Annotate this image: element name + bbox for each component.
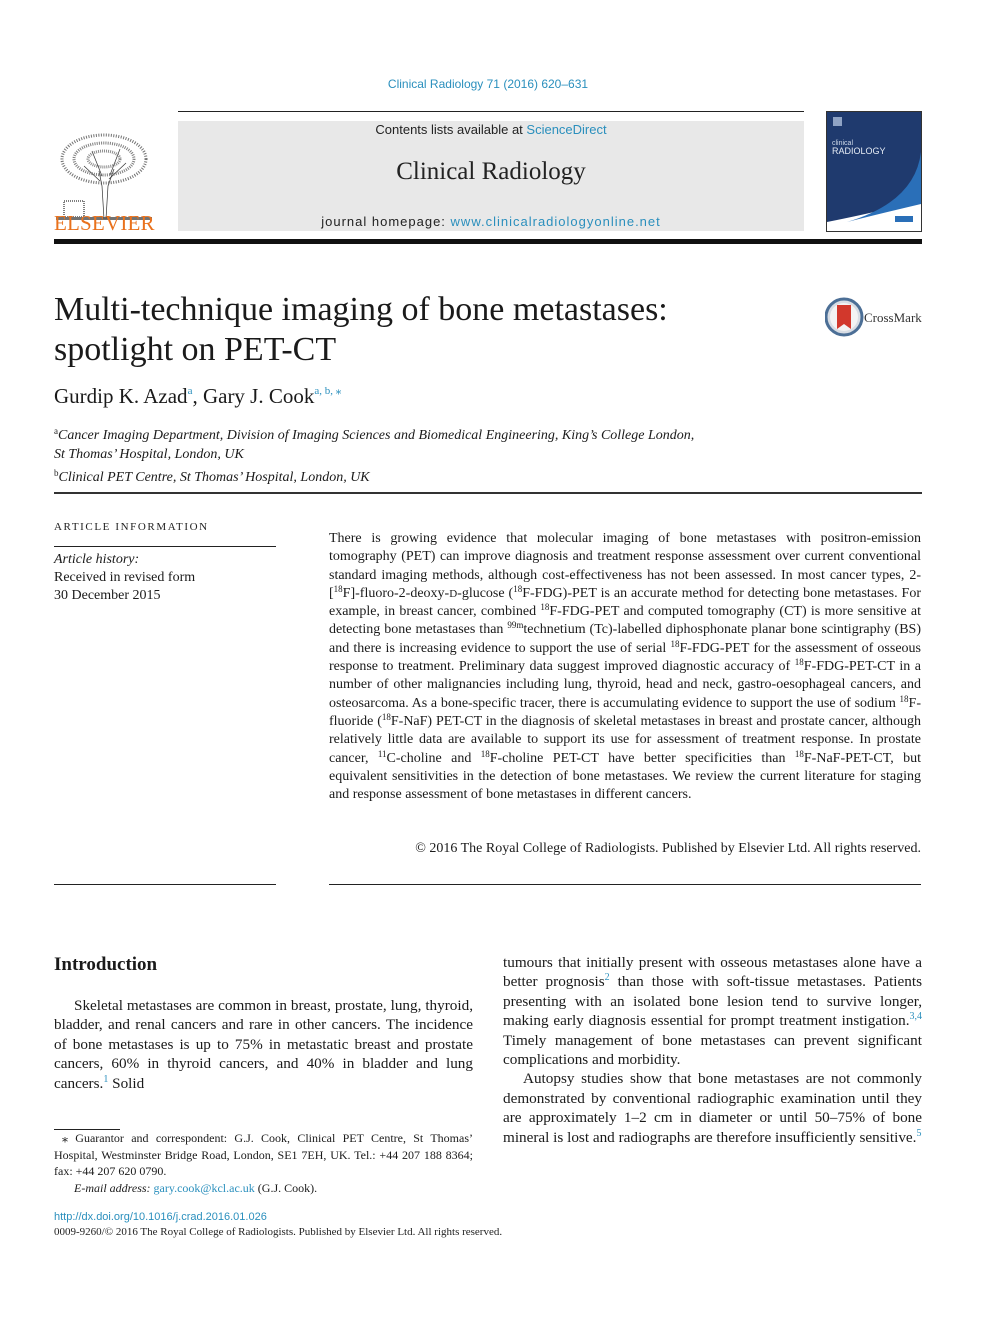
cover-title-bottom: RADIOLOGY [832, 146, 886, 156]
abstract-text: There is growing evidence that molecular… [329, 530, 921, 804]
footnote-text: Guarantor and correspondent: G.J. Cook, … [54, 1131, 473, 1178]
abstract-seg: D [449, 587, 458, 600]
elsevier-wordmark[interactable]: ELSEVIER [54, 211, 155, 236]
isotope-sup: 18 [381, 711, 391, 722]
received-label: Received in revised form [54, 570, 196, 585]
email-label: E-mail address: [74, 1180, 154, 1195]
paragraph: tumours that initially present with osse… [503, 953, 922, 1069]
affiliation-a-cont: St Thomas’ Hospital, London, UK [54, 447, 244, 462]
affiliation-text: Clinical PET Centre, St Thomas’ Hospital… [58, 470, 370, 485]
crossmark-label[interactable]: CrossMark [864, 310, 922, 326]
author-name[interactable]: Gurdip K. Azad [54, 384, 188, 408]
affiliation-text: Cancer Imaging Department, Division of I… [58, 428, 695, 443]
abstract-bottom-rule [329, 884, 921, 885]
isotope-sup: 18 [794, 748, 804, 759]
reference-link[interactable]: 3,4 [910, 1011, 923, 1022]
article-info-bottom-rule [54, 884, 276, 885]
author-list: Gurdip K. Azada, Gary J. Cooka, b, ⁎ [54, 384, 342, 408]
homepage-prefix: journal homepage: [321, 214, 451, 229]
isotope-sup: 18 [899, 693, 909, 704]
paragraph: Skeletal metastases are common in breast… [54, 996, 473, 1093]
abstract-seg: F-choline PET-CT have better specificiti… [489, 750, 795, 766]
abstract-copyright: © 2016 The Royal College of Radiologists… [415, 841, 921, 856]
body-column-left: Skeletal metastases are common in breast… [54, 996, 473, 1093]
article-title: Multi-technique imaging of bone metastas… [54, 290, 794, 370]
isotope-sup: 18 [794, 657, 804, 668]
abstract-seg: C-choline and [386, 750, 481, 766]
journal-cover-art-icon: clinical RADIOLOGY [827, 112, 921, 222]
article-info-heading: ARTICLE INFORMATION [54, 521, 209, 533]
body-column-right: tumours that initially present with osse… [503, 953, 922, 1147]
title-line-1: Multi-technique imaging of bone metastas… [54, 291, 668, 328]
reference-link[interactable]: 5 [916, 1128, 921, 1139]
article-history: Article history: Received in revised for… [54, 551, 195, 605]
isotope-sup: 99m [507, 620, 524, 631]
journal-cover-thumbnail[interactable]: clinical RADIOLOGY [826, 111, 922, 232]
abstract-seg: F]-fluoro-2-deoxy- [342, 585, 450, 601]
issn-copyright: 0009-9260/© 2016 The Royal College of Ra… [54, 1226, 503, 1238]
paragraph-text: Autopsy studies show that bone metastase… [503, 1070, 922, 1146]
affiliation-b: bClinical PET Centre, St Thomas’ Hospita… [54, 464, 854, 487]
header-rule [178, 111, 804, 112]
affiliations: aCancer Imaging Department, Division of … [54, 422, 854, 487]
abstract-seg: -glucose ( [457, 585, 514, 601]
received-date: 30 December 2015 [54, 588, 161, 603]
sciencedirect-link[interactable]: ScienceDirect [526, 122, 606, 137]
email-suffix: (G.J. Cook). [254, 1180, 318, 1195]
history-label: Article history: [54, 552, 140, 567]
paragraph-text: Solid [108, 1074, 145, 1092]
journal-citation-link[interactable]: Clinical Radiology 71 (2016) 620–631 [0, 77, 976, 91]
doi-link[interactable]: http://dx.doi.org/10.1016/j.crad.2016.01… [54, 1211, 267, 1223]
homepage-line: journal homepage: www.clinicalradiologyo… [178, 214, 804, 229]
header-thick-rule [54, 239, 922, 244]
contents-prefix: Contents lists available at [375, 122, 527, 137]
email-link[interactable]: gary.cook@kcl.ac.uk [154, 1181, 255, 1195]
isotope-sup: 18 [480, 748, 490, 759]
isotope-sup: 18 [513, 583, 523, 594]
corresponding-author-footnote: ⁎ Guarantor and correspondent: G.J. Cook… [54, 1130, 473, 1196]
introduction-heading: Introduction [54, 954, 158, 975]
author-name[interactable]: Gary J. Cook [203, 384, 314, 408]
author-affiliation-mark[interactable]: a, b, ⁎ [314, 385, 341, 397]
title-line-2: spotlight on PET-CT [54, 331, 337, 368]
paragraph: Autopsy studies show that bone metastase… [503, 1069, 922, 1147]
paragraph-text: Timely management of bone metastases can… [503, 1031, 922, 1069]
isotope-sup: 18 [333, 583, 343, 594]
isotope-sup: 11 [377, 748, 387, 759]
journal-name: Clinical Radiology [396, 158, 586, 185]
contents-line: Contents lists available at ScienceDirec… [178, 122, 804, 137]
author-affiliation-mark[interactable]: a [188, 385, 193, 397]
article-info-rule [54, 546, 276, 547]
affiliation-a: aCancer Imaging Department, Division of … [54, 422, 854, 445]
journal-homepage-link[interactable]: www.clinicalradiologyonline.net [451, 214, 661, 229]
section-rule [54, 492, 922, 494]
